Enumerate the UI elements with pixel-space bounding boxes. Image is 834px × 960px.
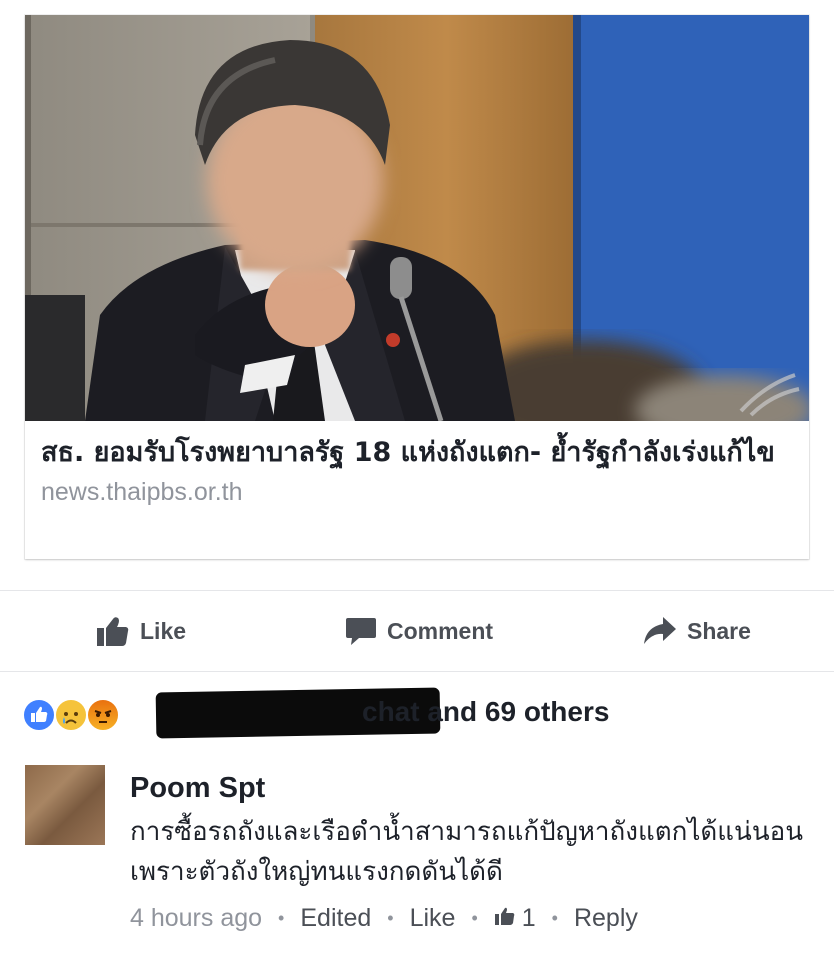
- reactions-count-text: chat and 69 others: [362, 696, 609, 728]
- angry-reaction-icon: [86, 698, 120, 732]
- share-button[interactable]: Share: [643, 610, 751, 652]
- reactions-summary[interactable]: chat and 69 others: [22, 687, 812, 740]
- sad-reaction-icon: [54, 698, 88, 732]
- action-bar-bottom-divider: [0, 671, 834, 672]
- comment-timestamp[interactable]: 4 hours ago: [130, 904, 262, 933]
- like-count-value: 1: [521, 903, 536, 932]
- edited-link[interactable]: Edited: [300, 904, 371, 933]
- link-preview-image[interactable]: [25, 15, 809, 421]
- separator-dot: •: [471, 907, 478, 928]
- share-arrow-icon: [643, 616, 677, 646]
- thumbs-up-icon: [96, 615, 130, 647]
- link-domain: news.thaipbs.or.th: [41, 478, 243, 506]
- comment-button[interactable]: Comment: [345, 610, 493, 652]
- comment-content: Poom Spt การซื้อรถถังและเรือดำน้ำสามารถแ…: [130, 770, 820, 892]
- comment-author[interactable]: Poom Spt: [130, 770, 820, 806]
- comment-meta: 4 hours ago • Edited • Like • 1 • Reply: [130, 898, 638, 938]
- separator-dot: •: [551, 907, 558, 928]
- share-label: Share: [687, 617, 751, 644]
- news-photo: [25, 15, 809, 421]
- action-bar-top-divider: [0, 590, 834, 591]
- avatar[interactable]: [25, 765, 105, 845]
- reactions-summary-label: chat and 69 others: [362, 696, 610, 727]
- comment-bubble-icon: [345, 615, 377, 647]
- comment-like-button[interactable]: Like: [410, 904, 456, 933]
- comment-text: การซื้อรถถังและเรือดำน้ำสามารถแก้ปัญหาถั…: [130, 817, 803, 887]
- link-preview-card[interactable]: สธ. ยอมรับโรงพยาบาลรัฐ 18 แห่งถังแตก- ย้…: [25, 15, 809, 559]
- action-bar: Like Comment Share: [0, 592, 834, 670]
- separator-dot: •: [278, 907, 285, 928]
- separator-dot: •: [387, 907, 394, 928]
- link-headline[interactable]: สธ. ยอมรับโรงพยาบาลรัฐ 18 แห่งถังแตก- ย้…: [41, 433, 801, 472]
- comment-like-count[interactable]: 1: [494, 904, 536, 933]
- like-label: Like: [140, 617, 187, 644]
- like-reaction-icon: [22, 698, 56, 732]
- comment-label: Comment: [387, 617, 494, 644]
- like-button[interactable]: Like: [96, 610, 186, 652]
- reaction-icons: [22, 698, 126, 732]
- reply-button[interactable]: Reply: [574, 904, 638, 933]
- small-thumbs-up-icon: [494, 904, 516, 933]
